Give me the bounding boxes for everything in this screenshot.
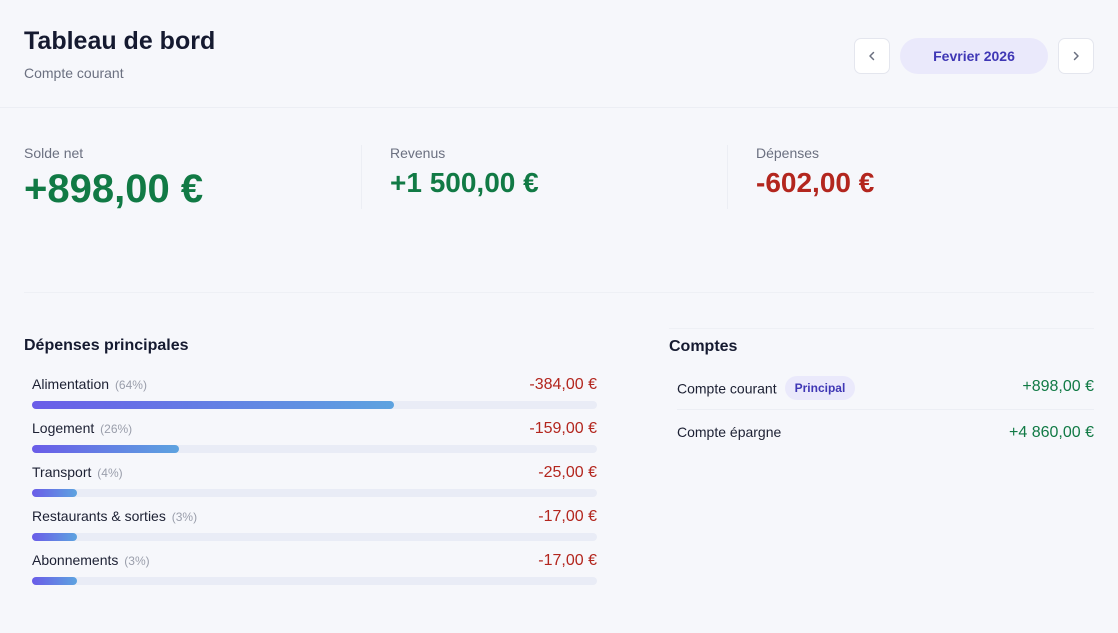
expense-bar-fill: [32, 533, 78, 541]
next-month-button[interactable]: [1058, 38, 1094, 74]
expense-bar-track: [32, 577, 597, 585]
expense-bar-track: [32, 489, 597, 497]
expense-item: Abonnements (3%) -17,00 €: [32, 552, 597, 596]
page-title: Tableau de bord: [24, 27, 216, 55]
stat-label: Dépenses: [756, 145, 820, 161]
divider: [727, 145, 728, 209]
expense-bar-track: [32, 445, 597, 453]
expense-amount: -25,00 €: [538, 464, 597, 481]
expense-name: Restaurants & sorties: [32, 508, 166, 524]
expense-bar-track: [32, 401, 597, 409]
expense-name: Abonnements: [32, 552, 119, 568]
expense-amount: -17,00 €: [538, 508, 597, 525]
expense-item: Logement (26%) -159,00 €: [32, 420, 597, 464]
previous-month-button[interactable]: [854, 38, 890, 74]
account-name: Compte courant: [677, 380, 777, 397]
expense-name: Logement: [32, 420, 95, 436]
expense-percent: (3%): [171, 510, 198, 524]
stat-income: Revenus +1 500,00 €: [390, 145, 539, 199]
expense-percent: (26%): [100, 422, 133, 436]
chevron-left-icon: [869, 51, 875, 61]
divider: [361, 145, 362, 209]
primary-badge: Principal: [784, 376, 856, 400]
account-balance: +4 860,00 €: [1009, 424, 1094, 441]
expense-bar-fill: [32, 577, 78, 585]
expense-name: Transport: [32, 464, 92, 480]
accounts-list: Compte courant Principal +898,00 € Compte…: [677, 366, 1094, 454]
section-divider: [24, 292, 1094, 293]
expense-percent: (3%): [124, 554, 150, 568]
stat-label: Solde net: [24, 145, 84, 161]
account-balance: +898,00 €: [1022, 378, 1094, 395]
expense-percent: (4%): [97, 466, 123, 480]
expense-item: Transport (4%) -25,00 €: [32, 464, 597, 508]
account-row[interactable]: Compte courant Principal +898,00 €: [677, 366, 1094, 410]
expenses-section-title: Dépenses principales: [24, 337, 189, 354]
expense-bar-fill: [32, 489, 78, 497]
month-selector[interactable]: Fevrier 2026: [900, 38, 1048, 74]
expense-list: Alimentation (64%) -384,00 € Logement (2…: [32, 376, 597, 596]
accounts-section-title: Comptes: [669, 338, 738, 355]
expense-name: Alimentation: [32, 376, 110, 392]
expense-percent: (64%): [114, 378, 147, 392]
stat-value: +1 500,00 €: [390, 167, 539, 198]
expense-item: Alimentation (64%) -384,00 €: [32, 376, 597, 420]
chevron-right-icon: [1073, 51, 1079, 61]
stat-expenses: Dépenses -602,00 €: [756, 145, 874, 199]
expense-amount: -384,00 €: [529, 376, 597, 393]
section-divider: [669, 328, 1094, 329]
page-subtitle: Compte courant: [24, 65, 124, 81]
expense-amount: -159,00 €: [529, 420, 597, 437]
expense-bar-fill: [32, 445, 179, 453]
stat-net-balance: Solde net +898,00 €: [24, 145, 203, 212]
expense-amount: -17,00 €: [538, 552, 597, 569]
stat-value: +898,00 €: [24, 167, 204, 211]
expense-bar-track: [32, 533, 597, 541]
account-name: Compte épargne: [677, 424, 782, 440]
stat-value: -602,00 €: [756, 167, 875, 198]
account-row[interactable]: Compte épargne +4 860,00 €: [677, 410, 1094, 454]
expense-item: Restaurants & sorties (3%) -17,00 €: [32, 508, 597, 552]
expense-bar-fill: [32, 401, 394, 409]
page-header: Tableau de bord Compte courant Fevrier 2…: [0, 0, 1118, 108]
stat-label: Revenus: [390, 145, 446, 161]
